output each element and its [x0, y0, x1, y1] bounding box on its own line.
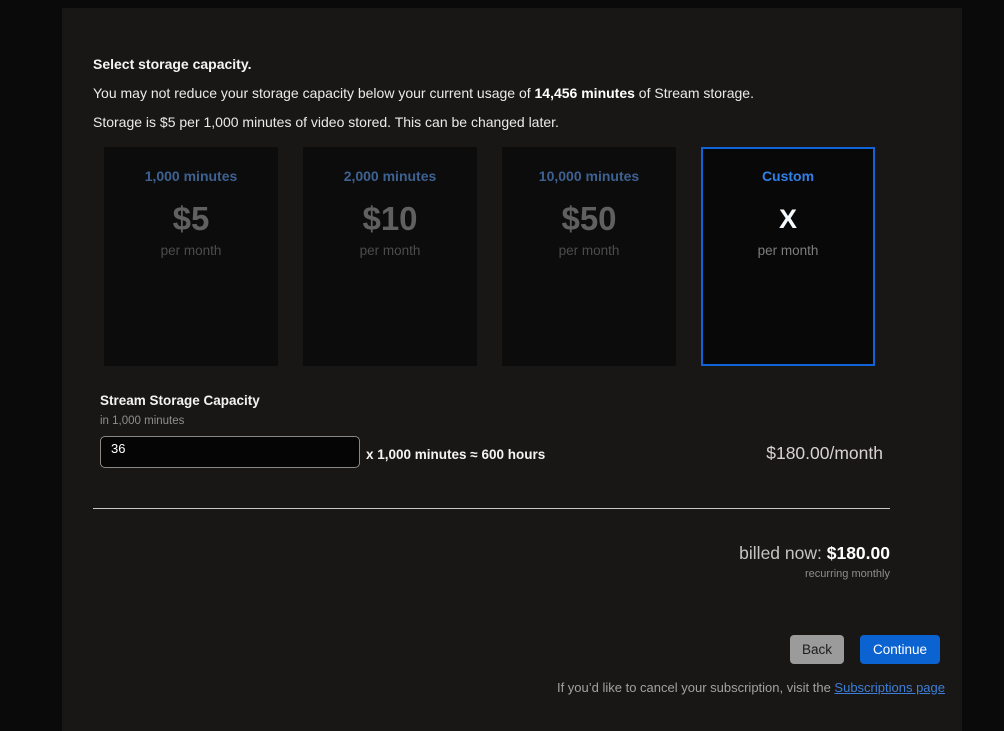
capacity-label: Stream Storage Capacity — [100, 393, 260, 408]
billed-now-amount: $180.00 — [826, 543, 890, 563]
page-title: Select storage capacity. — [93, 56, 252, 72]
cancel-subscription-text: If you’d like to cancel your subscriptio… — [556, 680, 835, 695]
usage-warning-suffix: of Stream storage. — [634, 85, 754, 101]
tier-tile-1000-minutes[interactable]: 1,000 minutes $5 per month — [104, 147, 278, 366]
tier-price: $50 — [561, 200, 617, 237]
billing-summary: billed now: $180.00 recurring monthly — [62, 542, 962, 580]
pricing-tiles: 1,000 minutes $5 per month 2,000 minutes… — [104, 147, 962, 366]
tier-period: per month — [160, 243, 222, 258]
usage-warning-prefix: You may not reduce your storage capacity… — [93, 85, 535, 101]
tier-title: 10,000 minutes — [538, 168, 640, 184]
tier-tile-custom-selected[interactable]: Custom X per month — [701, 147, 875, 366]
capacity-unit-sublabel: in 1,000 minutes — [100, 415, 185, 427]
cancel-subscription-footer: If you’d like to cancel your subscriptio… — [62, 680, 962, 695]
tier-price: $5 — [172, 200, 210, 237]
tier-title: 1,000 minutes — [144, 168, 238, 184]
tier-price: X — [778, 204, 797, 234]
intro-section: Select storage capacity. You may not red… — [62, 8, 962, 132]
recurrence-note: recurring monthly — [805, 568, 890, 580]
capacity-input[interactable] — [100, 436, 360, 468]
billed-now-line: billed now: $180.00 — [62, 542, 890, 564]
continue-button[interactable]: Continue — [859, 635, 940, 664]
tier-title: Custom — [761, 168, 815, 184]
usage-warning-text: You may not reduce your storage capacity… — [93, 83, 962, 103]
tier-tile-2000-minutes[interactable]: 2,000 minutes $10 per month — [303, 147, 477, 366]
back-button[interactable]: Back — [789, 635, 844, 664]
current-usage-value: 14,456 minutes — [534, 85, 635, 101]
conversion-text: x 1,000 minutes ≈ 600 hours — [366, 447, 546, 462]
pricing-note-text: Storage is $5 per 1,000 minutes of video… — [93, 114, 559, 130]
tier-price: $10 — [362, 200, 418, 237]
section-divider — [93, 508, 890, 509]
monthly-price-text: $180.00/month — [766, 443, 883, 463]
tier-period: per month — [558, 243, 620, 258]
action-buttons-row: Back Continue — [62, 635, 962, 664]
capacity-form-section: Stream Storage Capacity in 1,000 minutes… — [62, 366, 962, 468]
storage-capacity-panel: Select storage capacity. You may not red… — [62, 8, 962, 731]
tier-title: 2,000 minutes — [343, 168, 437, 184]
tier-period: per month — [757, 243, 819, 258]
tier-tile-10000-minutes[interactable]: 10,000 minutes $50 per month — [502, 147, 676, 366]
tier-period: per month — [359, 243, 421, 258]
capacity-input-row: x 1,000 minutes ≈ 600 hours $180.00/mont… — [100, 436, 962, 468]
subscriptions-page-link[interactable]: Subscriptions page — [834, 680, 945, 695]
billed-now-label: billed now: — [739, 543, 827, 563]
